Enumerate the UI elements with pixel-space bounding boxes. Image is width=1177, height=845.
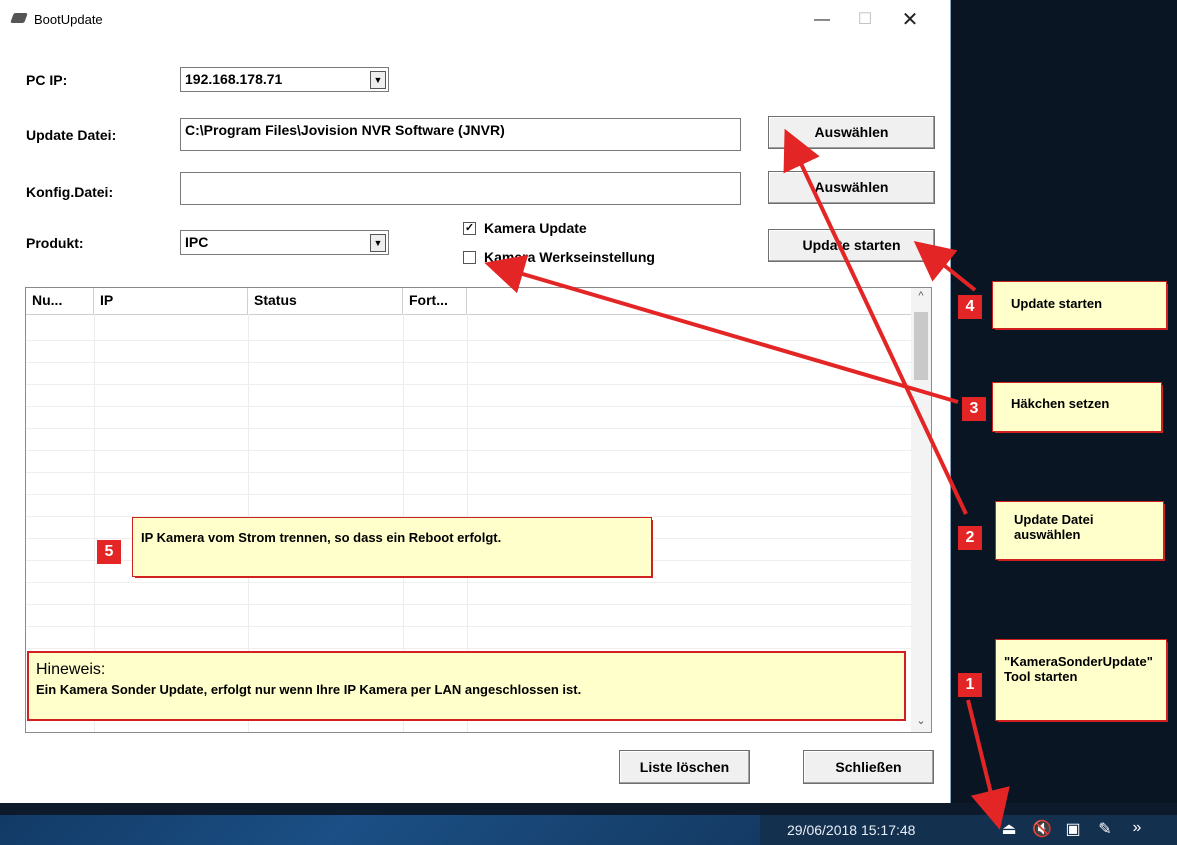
pin-icon[interactable]: ✎ [1096, 819, 1114, 839]
scroll-up-icon[interactable]: ^ [911, 290, 931, 306]
table-row [26, 340, 911, 341]
start-update-button[interactable]: Update starten [768, 229, 935, 262]
taskbar-stripe [0, 815, 760, 845]
annotation-2: Update Datei auswählen [996, 502, 1163, 559]
annotation-badge-1: 1 [958, 673, 982, 697]
checkbox-unchecked-icon[interactable] [463, 250, 476, 264]
taskbar: 29/06/2018 15:17:48 ⏏ 🔇 ▣ ✎ » [0, 815, 1177, 845]
hint-text: Ein Kamera Sonder Update, erfolgt nur we… [36, 682, 582, 697]
annotation-badge-5: 5 [97, 540, 121, 564]
checkbox-checked-icon[interactable]: ✓ [463, 221, 476, 235]
annotation-4: Update starten [993, 282, 1166, 328]
product-value: IPC [185, 234, 209, 250]
annotation-1: "KameraSonderUpdate" Tool starten [996, 640, 1166, 720]
maximize-button[interactable]: ☐ [845, 8, 885, 32]
table-row [26, 648, 911, 649]
factory-reset-label: Kamera Werkseinstellung [484, 249, 655, 265]
speaker-muted-icon[interactable]: 🔇 [1032, 819, 1052, 839]
table-header: Nu... IP Status Fort... [26, 288, 911, 315]
update-file-input[interactable]: C:\Program Files\Jovision NVR Software (… [180, 118, 741, 151]
table-row [26, 494, 911, 495]
annotation-badge-2: 2 [958, 526, 982, 550]
table-row [26, 384, 911, 385]
scroll-down-icon[interactable]: ⌄ [911, 714, 931, 730]
taskbar-clock[interactable]: 29/06/2018 15:17:48 [787, 822, 915, 838]
close-window-button[interactable]: Schließen [803, 750, 934, 784]
network-icon[interactable]: ▣ [1064, 819, 1082, 839]
factory-reset-checkbox[interactable]: Kamera Werkseinstellung [463, 249, 655, 265]
window-title: BootUpdate [34, 12, 103, 27]
annotation-badge-4: 4 [958, 295, 982, 319]
column-header-progress[interactable]: Fort... [403, 288, 467, 314]
close-button[interactable]: ✕ [890, 8, 930, 32]
dropdown-arrow-icon[interactable]: ▼ [370, 234, 386, 252]
scrollbar-thumb[interactable] [914, 312, 928, 380]
eject-icon[interactable]: ⏏ [1000, 819, 1018, 839]
table-row [26, 450, 911, 451]
table-row [26, 472, 911, 473]
select-update-file-button[interactable]: Auswählen [768, 116, 935, 149]
column-header-number[interactable]: Nu... [26, 288, 94, 314]
hint-title: Hineweis: [36, 661, 106, 678]
table-row [26, 406, 911, 407]
vertical-scrollbar[interactable]: ^ ⌄ [911, 288, 931, 732]
title-bar: BootUpdate — ☐ ✕ [0, 0, 950, 40]
hint-box: Hineweis: Ein Kamera Sonder Update, erfo… [27, 651, 906, 721]
annotation-3: Häkchen setzen [993, 383, 1161, 431]
system-tray: ⏏ 🔇 ▣ ✎ » [1000, 819, 1146, 839]
chevron-down-icon[interactable]: » [1128, 819, 1146, 839]
pc-ip-label: PC IP: [26, 72, 68, 88]
annotation-5: IP Kamera vom Strom trennen, so dass ein… [133, 518, 651, 576]
annotation-badge-3: 3 [962, 397, 986, 421]
app-icon [10, 13, 28, 23]
table-row [26, 428, 911, 429]
clear-list-button[interactable]: Liste löschen [619, 750, 750, 784]
minimize-button[interactable]: — [802, 8, 842, 32]
table-row [26, 604, 911, 605]
table-row [26, 582, 911, 583]
pc-ip-value: 192.168.178.71 [185, 71, 283, 87]
camera-update-checkbox[interactable]: ✓ Kamera Update [463, 220, 587, 236]
table-row [26, 362, 911, 363]
column-header-ip[interactable]: IP [94, 288, 248, 314]
config-file-label: Konfig.Datei: [26, 184, 114, 200]
table-row [26, 626, 911, 627]
product-label: Produkt: [26, 235, 84, 251]
select-config-file-button[interactable]: Auswählen [768, 171, 935, 204]
column-header-status[interactable]: Status [248, 288, 403, 314]
config-file-input[interactable] [180, 172, 741, 205]
product-select[interactable]: IPC ▼ [180, 230, 389, 255]
desktop-background-bottom [0, 803, 1177, 815]
table-row [26, 516, 911, 517]
dropdown-arrow-icon[interactable]: ▼ [370, 71, 386, 89]
pc-ip-select[interactable]: 192.168.178.71 ▼ [180, 67, 389, 92]
camera-update-label: Kamera Update [484, 220, 587, 236]
update-file-label: Update Datei: [26, 127, 117, 143]
